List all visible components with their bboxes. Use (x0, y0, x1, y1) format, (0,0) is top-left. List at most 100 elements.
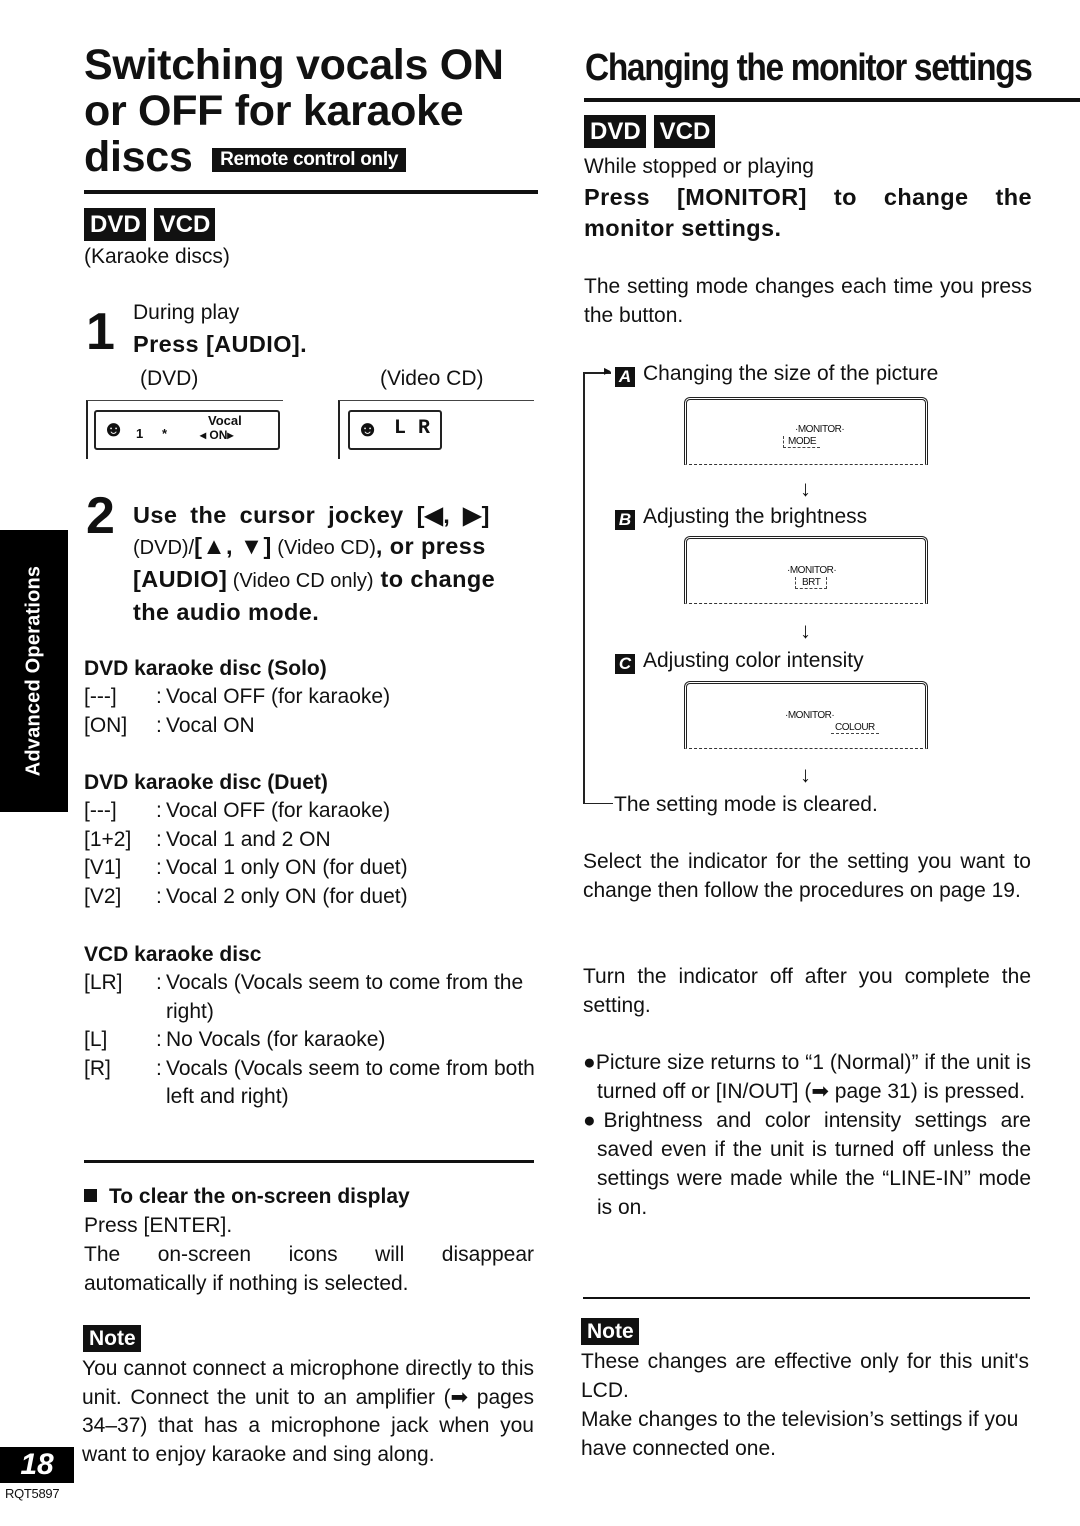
mode-label: Changing the size of the picture (643, 362, 939, 385)
item-key: [---] (84, 799, 117, 822)
step2-text: [AUDIO] (133, 566, 228, 592)
left-title-line: discs Remote control only (84, 134, 504, 180)
item-key: [---] (84, 685, 117, 708)
step1-pre: During play (133, 301, 240, 324)
item-key: [LR] (84, 971, 123, 994)
document-code: RQT5897 (5, 1486, 60, 1501)
left-title: Switching vocals ON or OFF for karaoke d… (84, 42, 504, 180)
step2-text: (Video CD only) (227, 570, 374, 592)
arrow-down-icon: ↓ (800, 476, 811, 501)
right-note-badge: Note (581, 1318, 647, 1345)
arrow-down-icon: ↓ (800, 618, 811, 643)
mode-label: Adjusting the brightness (643, 505, 868, 528)
display-bottom: BRT (795, 577, 828, 589)
bullet-item: ●Brightness and color intensity settings… (583, 1106, 1031, 1222)
clear-display-section: To clear the on-screen display Press [EN… (84, 1182, 534, 1298)
vcd-label: (Video CD) (380, 367, 484, 390)
clear-heading-text: To clear the on-screen display (109, 1185, 410, 1208)
right-disc-badges: DVD VCD (584, 115, 723, 148)
title-divider (84, 190, 538, 194)
mode-cleared: The setting mode is cleared. (614, 793, 878, 816)
list-item: [---]: Vocal OFF (for karaoke) (84, 797, 534, 826)
left-note-badge: Note (83, 1325, 149, 1352)
select-text: Select the indicator for the setting you… (583, 850, 1031, 902)
square-bullet-icon (84, 1189, 97, 1202)
mode-c-label: C Adjusting color intensity (615, 646, 864, 675)
note-label: Note (83, 1325, 141, 1352)
clear-line: Press [ENTER]. (84, 1214, 233, 1237)
list-item: [ON]: Vocal ON (84, 712, 534, 741)
vcd-badge: VCD (153, 208, 216, 241)
list-item: [---]: Vocal OFF (for karaoke) (84, 683, 534, 712)
page-number: 18 (0, 1447, 74, 1483)
mode-b-label: B Adjusting the brightness (615, 502, 867, 531)
letter-c-icon: C (615, 654, 635, 674)
bullet-list: ●Picture size returns to “1 (Normal)” if… (583, 1048, 1031, 1222)
vcd-display: ☻ L R (348, 410, 442, 450)
vcd-section: VCD karaoke disc [LR]: Vocals (Vocals see… (84, 940, 536, 1112)
list-item: [1+2]: Vocal 1 and 2 ON (84, 826, 534, 855)
dvd-display: ☻ 1 * Vocal ◂ ON▸ (94, 410, 280, 450)
arrow-right-icon: ▸ (604, 362, 612, 378)
section-tab: Advanced Operations (0, 530, 68, 812)
loop-line (583, 803, 613, 804)
item-value: Vocal ON (166, 713, 255, 737)
monitor-desc: The setting mode changes each time you p… (584, 275, 1032, 327)
display-bottom: MODE (783, 436, 820, 448)
display-bottom: COLOUR (831, 722, 879, 734)
step2-text: [▲, ▼] (194, 533, 272, 559)
item-value: Vocal OFF (for karaoke) (166, 685, 391, 708)
item-key: [L] (84, 1028, 108, 1051)
item-key: [V2] (84, 884, 122, 908)
bullet-icon: ● (583, 1051, 596, 1074)
solo-heading: DVD karaoke disc (Solo) (84, 657, 327, 680)
step2-text: to change (373, 566, 496, 592)
list-item: [LR]: Vocals (Vocals seem to come from th… (84, 969, 536, 1026)
monitor-instruction: Press [MONITOR] to change the monitor se… (584, 184, 1032, 241)
step-number: 1 (86, 303, 115, 361)
dvd-display-value: ◂ ON▸ (200, 428, 234, 442)
bullet-text: Picture size returns to “1 (Normal)” if … (595, 1051, 1031, 1103)
remote-only-badge: Remote control only (212, 148, 407, 172)
duet-section: DVD karaoke disc (Duet) [---]: Vocal OFF … (84, 768, 534, 911)
monitor-display-brightness: ·MONITOR· BRT (684, 536, 928, 604)
note-label: Note (581, 1318, 639, 1345)
right-title: Changing the monitor settings (585, 47, 1033, 89)
title-divider (584, 98, 1080, 102)
step2-instruction: Use the cursor jockey [◀, ▶] (DVD)/[▲, ▼… (133, 500, 535, 628)
item-value: Vocal 1 only ON (for duet) (166, 856, 408, 879)
item-value: No Vocals (for karaoke) (166, 1028, 386, 1051)
vocal-head-icon: ☻ (356, 416, 380, 441)
item-key: [1+2] (84, 827, 132, 851)
mode-a-label: A Changing the size of the picture (615, 359, 938, 388)
list-item: [L]: No Vocals (for karaoke) (84, 1026, 536, 1055)
list-item: [R]: Vocals (Vocals seem to come from bot… (84, 1055, 536, 1112)
vcd-badge: VCD (653, 115, 716, 148)
turn-off-text: Turn the indicator off after you complet… (583, 965, 1031, 1017)
left-title-line: Switching vocals ON (84, 41, 504, 89)
loop-line (583, 372, 585, 804)
arrow-down-icon: ↓ (800, 762, 811, 787)
solo-section: DVD karaoke disc (Solo) [---]: Vocal OFF … (84, 654, 534, 740)
step2-line: Use the cursor jockey [◀, ▶] (133, 502, 490, 528)
step2-line: (DVD)/[▲, ▼] (Video CD), or press (133, 531, 535, 564)
display-top: ·MONITOR· (787, 565, 837, 576)
dvd-badge: DVD (84, 208, 146, 241)
disc-note: (Karaoke discs) (84, 245, 230, 268)
vcd-heading: VCD karaoke disc (84, 943, 262, 966)
display-top: ·MONITOR· (795, 424, 845, 435)
item-key: [ON] (84, 713, 128, 737)
item-value: Vocal 2 only ON (for duet) (166, 884, 408, 908)
item-key: [R] (84, 1056, 111, 1080)
vocal-head-icon: ☻ (102, 416, 126, 441)
letter-a-icon: A (615, 367, 635, 387)
bullet-item: ●Picture size returns to “1 (Normal)” if… (583, 1048, 1031, 1106)
step2-line: the audio mode. (133, 599, 320, 625)
item-value: Vocal OFF (for karaoke) (166, 799, 391, 822)
right-note-line1: These changes are effective only for thi… (581, 1350, 1029, 1402)
dvd-display-track: 1 (136, 426, 144, 441)
right-pre: While stopped or playing (584, 155, 814, 178)
item-value: Vocal 1 and 2 ON (166, 827, 331, 851)
step2-text: (Video CD) (271, 537, 376, 559)
step1-action: Press [AUDIO]. (133, 331, 308, 357)
